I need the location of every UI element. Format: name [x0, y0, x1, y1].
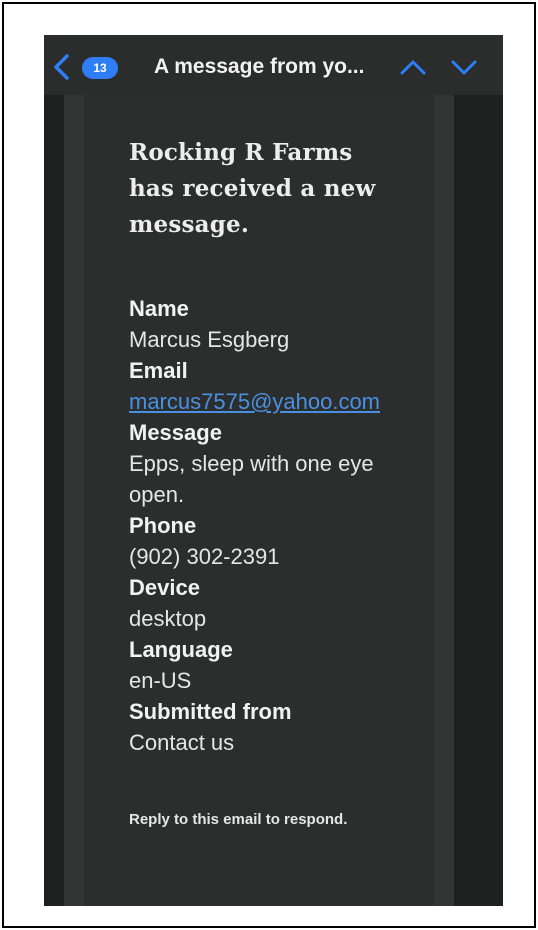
field-value-device: desktop [129, 606, 207, 631]
field-label-submitted-from: Submitted from [129, 699, 292, 724]
screenshot-frame: 13 A message from yo... Rocking R Farms [2, 2, 536, 928]
reply-instruction: Reply to this email to respond. [129, 811, 348, 828]
chevron-up-icon [400, 60, 426, 75]
headline-line: Rocking R Farms [129, 139, 353, 166]
headline-line: message. [129, 211, 250, 238]
field-value-submitted-from: Contact us [129, 730, 235, 755]
email-link[interactable]: marcus7575@yahoo.com [129, 386, 409, 417]
form-fields: Name Marcus Esgberg Email marcus7575@yah… [129, 293, 419, 758]
field-value-phone: (902) 302-2391 [129, 544, 280, 569]
email-header-bar: 13 A message from yo... [44, 35, 503, 95]
field-value-message: Epps, sleep with one eye open. [129, 451, 374, 507]
back-button[interactable]: 13 [50, 51, 122, 83]
email-body-inner: Rocking R Farms has received a new messa… [84, 95, 434, 906]
previous-message-button[interactable] [398, 53, 428, 81]
field-label-language: Language [129, 637, 233, 662]
email-headline: Rocking R Farms has received a new messa… [129, 135, 419, 243]
field-label-phone: Phone [129, 513, 197, 538]
chevron-left-icon [54, 54, 69, 80]
field-value-language: en-US [129, 668, 192, 693]
email-body-card: Rocking R Farms has received a new messa… [64, 95, 454, 906]
field-label-email: Email [129, 358, 188, 383]
field-value-name: Marcus Esgberg [129, 327, 290, 352]
field-label-name: Name [129, 296, 189, 321]
field-label-message: Message [129, 420, 222, 445]
email-content: Rocking R Farms has received a new messa… [129, 135, 419, 830]
headline-line: has received a new [129, 175, 376, 202]
email-viewer: 13 A message from yo... Rocking R Farms [44, 35, 503, 906]
unread-count-badge: 13 [82, 57, 118, 79]
next-message-button[interactable] [449, 53, 479, 81]
field-label-device: Device [129, 575, 200, 600]
email-subject-title: A message from yo... [154, 55, 365, 78]
chevron-down-icon [451, 60, 477, 75]
